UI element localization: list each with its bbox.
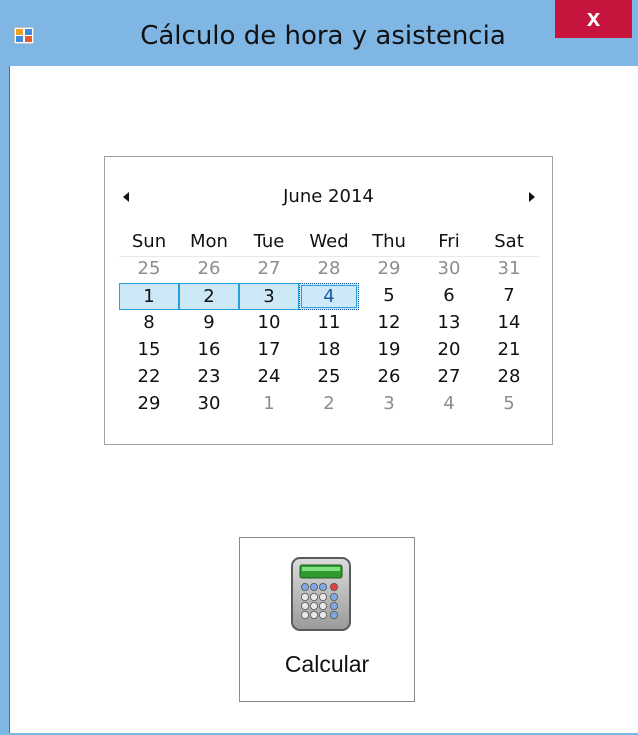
previous-month-arrow-icon[interactable] <box>119 189 133 205</box>
calendar-day[interactable]: 17 <box>239 337 299 364</box>
close-button[interactable]: x <box>555 0 632 38</box>
calendar-day[interactable]: 25 <box>119 256 179 283</box>
calendar-day[interactable]: 21 <box>479 337 539 364</box>
calendar-day[interactable]: 26 <box>359 364 419 391</box>
weekday-wed: Wed <box>309 231 349 252</box>
title-bar[interactable]: Cálculo de hora y asistencia x <box>0 0 638 66</box>
calendar-day[interactable]: 19 <box>359 337 419 364</box>
calendar-day[interactable]: 29 <box>119 391 179 418</box>
calendar-day[interactable]: 13 <box>419 310 479 337</box>
calendar-day[interactable]: 8 <box>119 310 179 337</box>
calendar-day[interactable]: 29 <box>359 256 419 283</box>
weekday-mon: Mon <box>190 231 228 252</box>
calendar-day[interactable]: 22 <box>119 364 179 391</box>
calendar-day[interactable]: 28 <box>479 364 539 391</box>
weekday-sat: Sat <box>494 231 524 252</box>
weekday-tue: Tue <box>253 231 285 252</box>
month-label[interactable]: June 2014 <box>105 182 552 212</box>
calendar-day[interactable]: 11 <box>299 310 359 337</box>
calendar-day[interactable]: 2 <box>179 283 239 310</box>
calendar-day[interactable]: 5 <box>479 391 539 418</box>
calendar-day[interactable]: 30 <box>419 256 479 283</box>
calcular-label: Calcular <box>284 651 370 677</box>
calendar-day[interactable]: 30 <box>179 391 239 418</box>
calendar-day[interactable]: 23 <box>179 364 239 391</box>
calendar-day[interactable]: 2 <box>299 391 359 418</box>
calendar-day[interactable]: 4 <box>419 391 479 418</box>
calendar-day[interactable]: 9 <box>179 310 239 337</box>
weekday-fri: Fri <box>438 231 460 252</box>
calendar-day[interactable]: 27 <box>239 256 299 283</box>
calendar-day[interactable]: 1 <box>239 391 299 418</box>
calendar-day[interactable]: 10 <box>239 310 299 337</box>
calendar-day[interactable]: 24 <box>239 364 299 391</box>
calendar-header: June 2014 <box>105 182 552 212</box>
calendar-day[interactable]: 15 <box>119 337 179 364</box>
next-month-arrow-icon[interactable] <box>525 189 539 205</box>
calendar-day[interactable]: 18 <box>299 337 359 364</box>
weekday-thu: Thu <box>372 231 406 252</box>
calendar-day[interactable]: 31 <box>479 256 539 283</box>
calendar-day[interactable]: 27 <box>419 364 479 391</box>
calculator-icon <box>291 557 351 631</box>
calendar-day[interactable]: 20 <box>419 337 479 364</box>
calendar-day[interactable]: 1 <box>119 283 179 310</box>
calendar-day[interactable]: 26 <box>179 256 239 283</box>
calendar-day[interactable]: 25 <box>299 364 359 391</box>
calendar-day[interactable]: 28 <box>299 256 359 283</box>
calendar-day[interactable]: 7 <box>479 283 539 310</box>
calendar-day[interactable]: 14 <box>479 310 539 337</box>
calendar-day[interactable]: 3 <box>359 391 419 418</box>
calendar-day[interactable]: 3 <box>239 283 299 310</box>
calendar-day[interactable]: 16 <box>179 337 239 364</box>
calendar-day[interactable]: 12 <box>359 310 419 337</box>
calendar-day[interactable]: 6 <box>419 283 479 310</box>
window-title: Cálculo de hora y asistencia <box>140 21 506 51</box>
calcular-button[interactable]: Calcular <box>239 537 415 702</box>
weekday-header-row: Sun Mon Tue Wed Thu Fri Sat <box>119 228 539 257</box>
month-calendar[interactable]: June 2014 Sun Mon Tue Wed Thu Fri Sat 25 26 27 28… <box>104 156 553 445</box>
calendar-day[interactable]: 5 <box>359 283 419 310</box>
weekday-sun: Sun <box>131 231 167 252</box>
app-window: Cálculo de hora y asistencia x June 2014… <box>0 0 638 735</box>
calendar-day[interactable]: 4 <box>299 283 359 310</box>
